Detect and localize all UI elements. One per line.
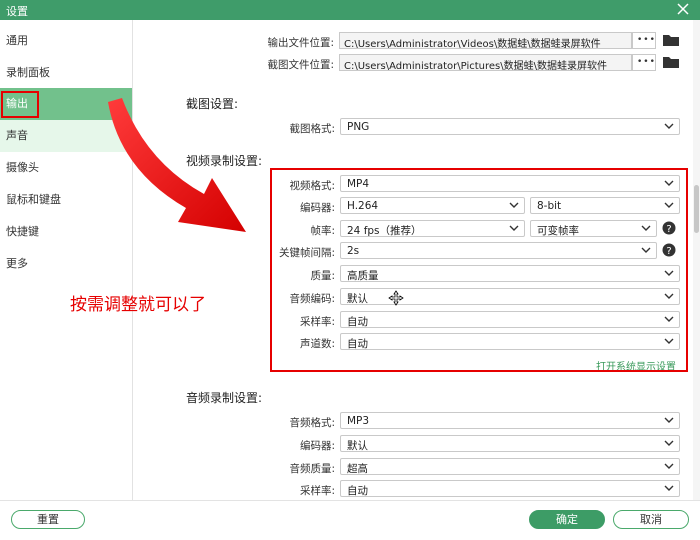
ok-button[interactable]: 确定: [529, 510, 605, 529]
chevron-down-icon: [664, 417, 674, 423]
select-value: MP3: [347, 415, 370, 427]
annotation-text: 按需调整就可以了: [70, 295, 206, 315]
output-highlight-box: [1, 91, 39, 118]
window-title: 设置: [6, 5, 28, 18]
video-path-browse-button[interactable]: •••: [632, 32, 656, 49]
scrollbar-thumb[interactable]: [694, 185, 699, 233]
scrollbar-track[interactable]: [693, 20, 700, 500]
select-value: 默认: [347, 440, 368, 452]
title-bar: 设置: [0, 0, 700, 20]
audio-encoder-label: 编码器:: [299, 440, 335, 452]
chevron-down-icon: [664, 123, 674, 129]
sidebar-item-more[interactable]: 更多: [0, 248, 132, 280]
audio-quality-label: 音频质量:: [289, 463, 335, 475]
folder-icon[interactable]: [662, 33, 680, 47]
video-path-value: C:\Users\Administrator\Videos\数据蛙\数据蛙录屏软…: [344, 39, 601, 50]
audio-quality-select[interactable]: 超高: [340, 458, 680, 475]
select-value: PNG: [347, 121, 370, 133]
screenshot-path-label: 截图文件位置:: [267, 59, 334, 71]
screenshot-format-select[interactable]: PNG: [340, 118, 680, 135]
video-path-field[interactable]: C:\Users\Administrator\Videos\数据蛙\数据蛙录屏软…: [339, 32, 632, 50]
audio-samplerate-label: 采样率:: [299, 485, 335, 497]
audio-format-select[interactable]: MP3: [340, 412, 680, 429]
audio-settings-title: 音频录制设置:: [186, 391, 263, 405]
chevron-down-icon: [664, 440, 674, 446]
browse-dots: •••: [637, 35, 656, 45]
audio-encoder-select[interactable]: 默认: [340, 435, 680, 452]
move-cursor-icon: [388, 290, 404, 306]
close-icon[interactable]: [676, 2, 690, 16]
folder-icon[interactable]: [662, 55, 680, 69]
audio-samplerate-select[interactable]: 自动: [340, 480, 680, 497]
screenshot-path-field[interactable]: C:\Users\Administrator\Pictures\数据蛙\数据蛙录…: [339, 54, 632, 72]
screenshot-path-browse-button[interactable]: •••: [632, 54, 656, 71]
annotation-arrow-icon: [108, 98, 246, 232]
video-settings-highlight-box: [270, 168, 688, 372]
chevron-down-icon: [664, 485, 674, 491]
audio-format-label: 音频格式:: [289, 417, 335, 429]
screenshot-format-label: 截图格式:: [289, 123, 335, 135]
chevron-down-icon: [664, 463, 674, 469]
screenshot-path-value: C:\Users\Administrator\Pictures\数据蛙\数据蛙录…: [344, 61, 607, 72]
reset-button[interactable]: 重置: [11, 510, 85, 529]
select-value: 超高: [347, 463, 368, 475]
sidebar-item-record-panel[interactable]: 录制面板: [0, 57, 132, 89]
video-path-label: 输出文件位置:: [267, 37, 334, 49]
select-value: 自动: [347, 485, 368, 497]
sidebar-item-general[interactable]: 通用: [0, 25, 132, 57]
cancel-button[interactable]: 取消: [613, 510, 689, 529]
browse-dots: •••: [637, 57, 656, 67]
